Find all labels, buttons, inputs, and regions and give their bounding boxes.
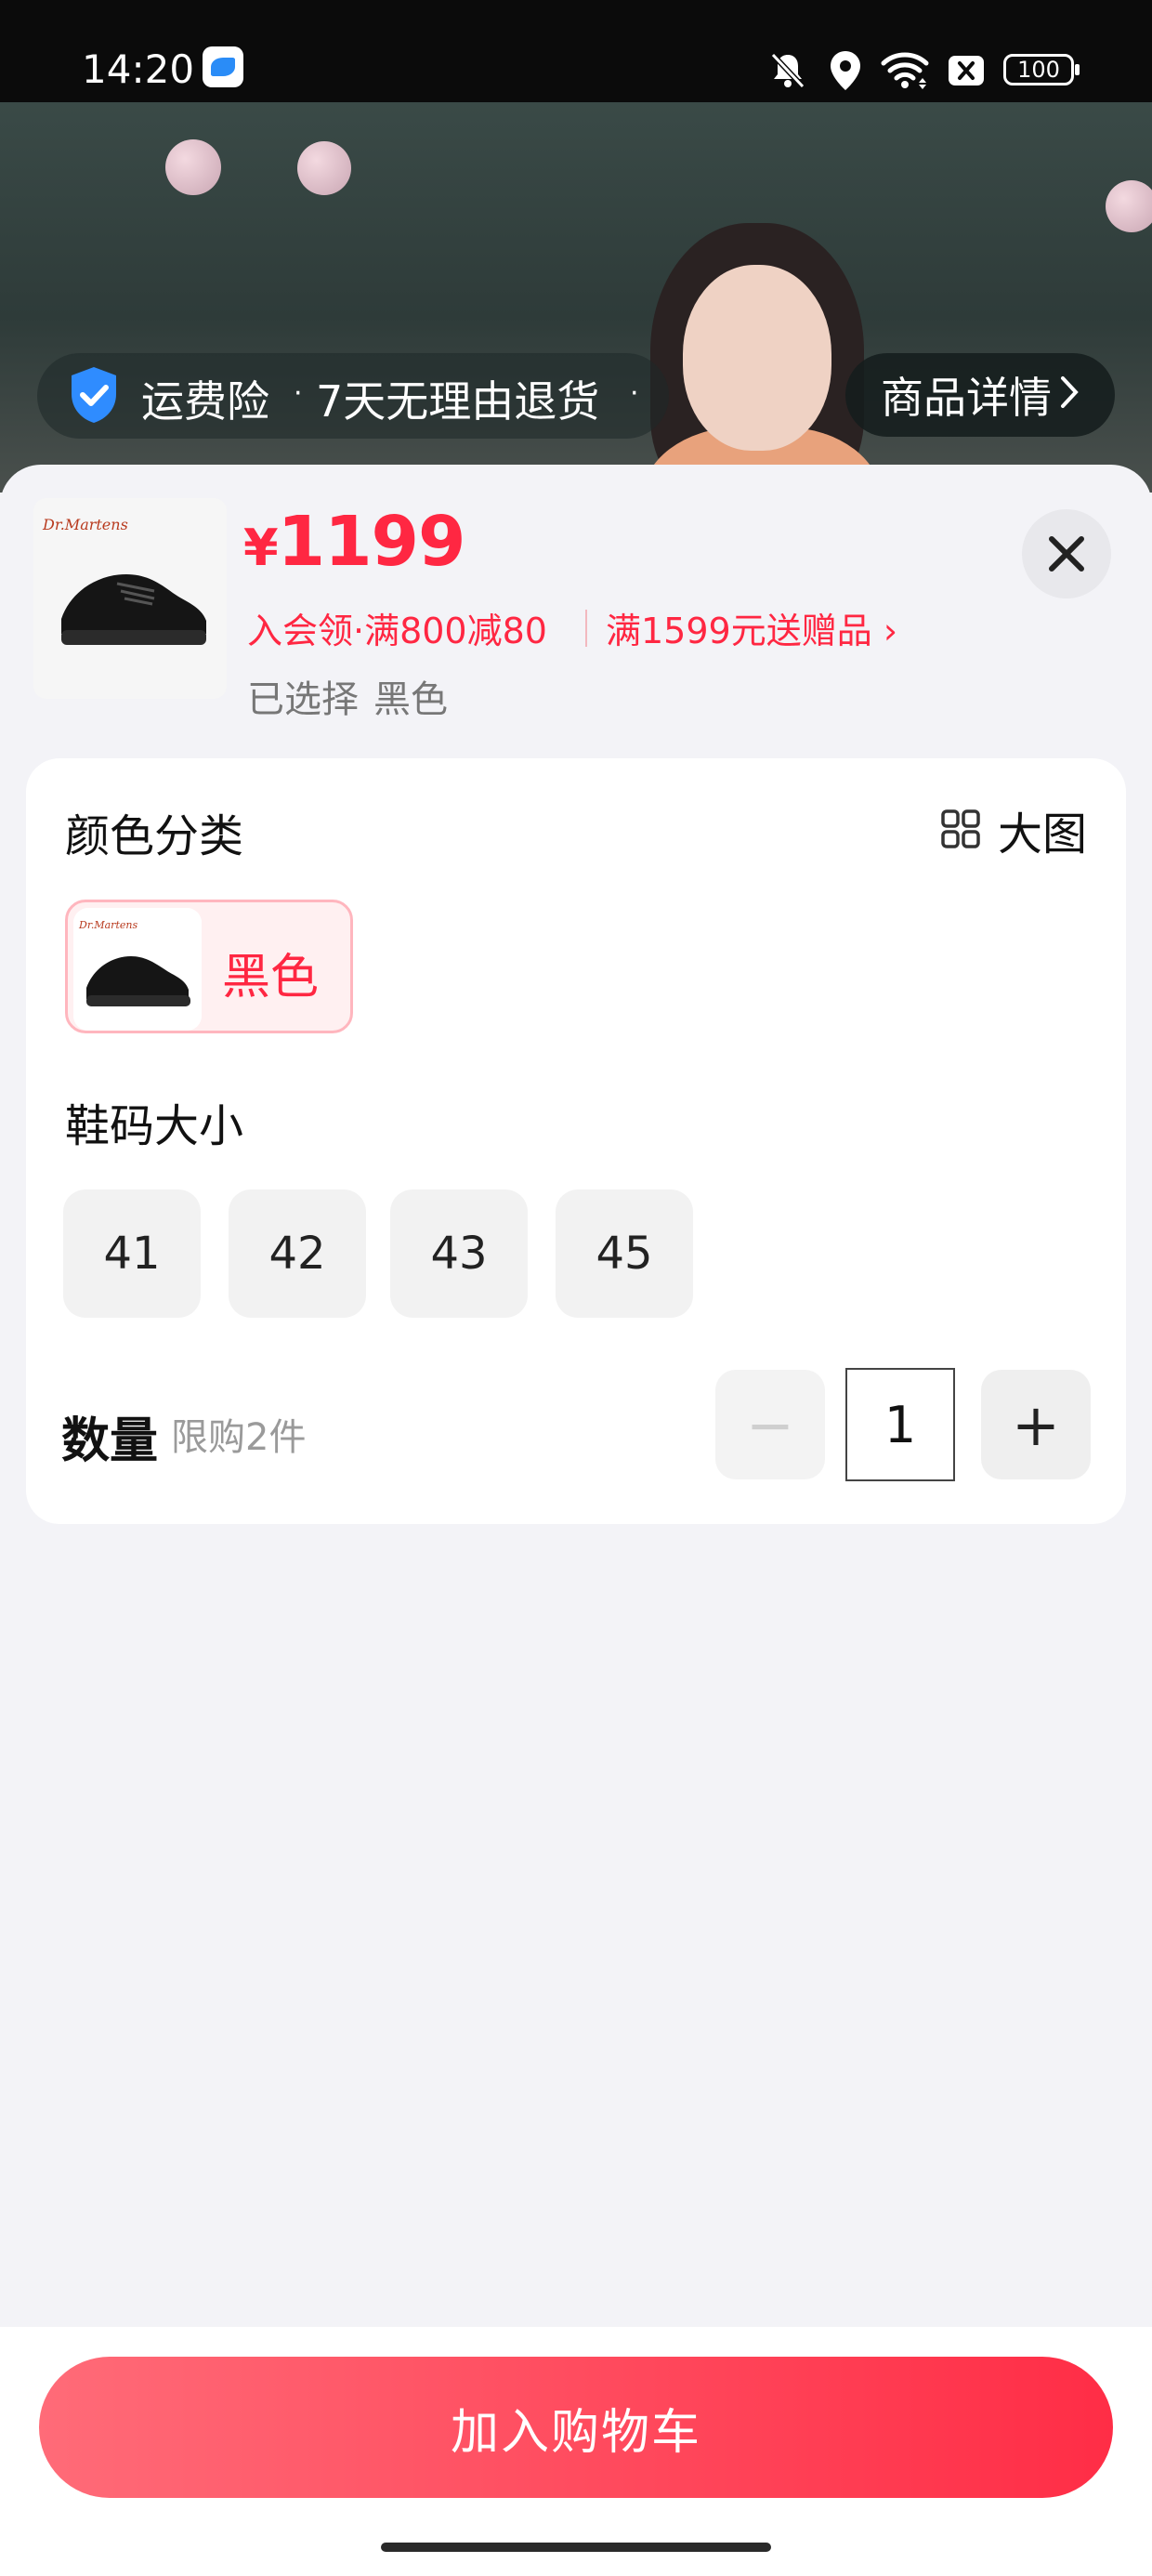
gift-promo-label: 满1599元送赠品 [606,611,872,651]
product-thumbnail[interactable]: Dr.Martens [33,498,227,699]
quantity-input[interactable]: 1 [845,1368,955,1481]
quantity-increase-button[interactable]: + [981,1370,1091,1479]
close-button[interactable] [1022,509,1111,598]
grid-icon[interactable] [933,801,988,857]
shield-check-icon[interactable] [58,353,130,437]
model-face [683,265,831,451]
big-view-toggle[interactable]: 大图 [998,797,1087,862]
product-price: ¥1199 [243,502,466,582]
separator-dot: · [630,377,639,410]
home-indicator[interactable] [381,2543,771,2552]
promo-divider [585,610,587,647]
svg-text:Dr.Martens: Dr.Martens [42,516,128,533]
selected-label: 已选择 [247,678,359,721]
price-currency: ¥ [243,519,279,577]
status-time: 14:20 [82,46,195,92]
location-icon [819,45,871,97]
member-coupon-promo[interactable]: 入会领·满800减80 [247,602,547,653]
shipping-insurance-tag[interactable]: 运费险 [141,368,269,429]
size-section-title: 鞋码大小 [65,1100,244,1152]
size-option-43[interactable]: 43 [390,1189,528,1318]
decor-ball [165,139,221,195]
size-option-41[interactable]: 41 [63,1189,201,1318]
separator-dot: · [294,377,303,410]
quantity-label: 数量 [61,1413,159,1469]
chevron-right-icon [1059,370,1080,420]
product-detail-button[interactable]: 商品详情 [845,353,1115,437]
svg-text:Dr.Martens: Dr.Martens [78,919,137,931]
purchase-limit: 限购2件 [171,1416,307,1459]
battery-icon: 100 [1003,54,1080,85]
quantity-decrease-button[interactable]: − [715,1370,825,1479]
color-option-label: 黑色 [222,950,320,1005]
return-policy-tag[interactable]: 7天无理由退货 [316,368,599,429]
decor-ball [1106,180,1152,232]
selected-value: 黑色 [373,678,448,721]
no-sim-icon [940,45,992,97]
add-to-cart-button[interactable]: 加入购物车 [39,2357,1113,2498]
size-option-42[interactable]: 42 [229,1189,366,1318]
color-option-black[interactable]: Dr.Martens 黑色 [65,900,353,1033]
gift-promo[interactable]: 满1599元送赠品 › [606,602,897,653]
color-section-title: 颜色分类 [65,810,244,862]
app-notification-icon [203,46,243,87]
status-bar: 14:20 100 [0,0,1152,102]
product-detail-label: 商品详情 [881,373,1052,423]
close-icon [1049,536,1084,572]
mute-bell-icon [762,45,814,97]
color-option-image: Dr.Martens [73,908,202,1031]
price-value: 1199 [277,502,466,582]
decor-ball [297,141,351,195]
size-option-45[interactable]: 45 [556,1189,693,1318]
wifi-icon [879,45,931,97]
chevron-right-icon: › [883,611,898,651]
